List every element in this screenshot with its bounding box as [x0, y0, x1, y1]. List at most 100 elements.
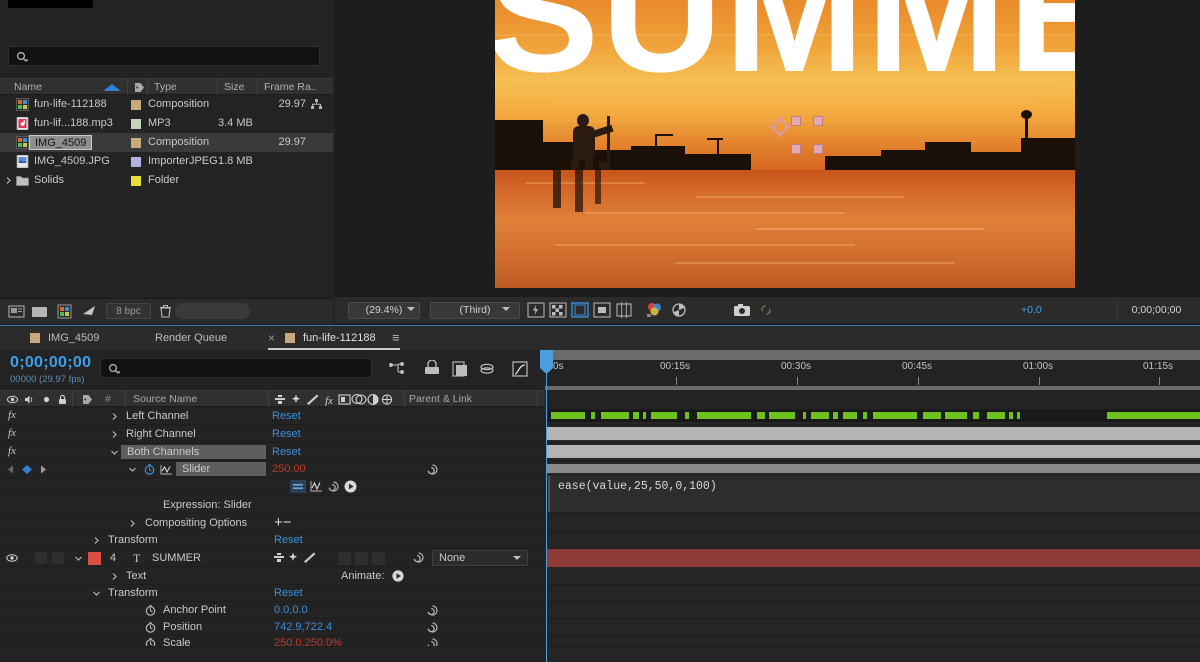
reset-link[interactable]: Reset [272, 446, 301, 458]
project-list-item[interactable]: fun-life-112188 Composition 29.97 [0, 95, 333, 114]
project-list-item[interactable]: fun-lif...188.mp3 MP3 3.4 MB [0, 114, 333, 133]
chevron-right-icon[interactable] [110, 572, 119, 581]
group-row-transform-text[interactable]: Transform Reset [0, 585, 545, 602]
project-item-label-swatch[interactable] [131, 100, 141, 110]
keyframe-navigator[interactable] [5, 464, 53, 475]
layer-switch-box[interactable] [338, 552, 351, 565]
new-composition-icon[interactable] [56, 304, 73, 319]
expression-text[interactable]: ease(value,25,50,0,100) [558, 480, 717, 493]
solo-icon[interactable] [41, 394, 52, 405]
timeline-ruler[interactable]: 0s 00:15s 00:30s 00:45s 01:00s 01:15s [545, 350, 1200, 390]
effect-row-right-channel[interactable]: fx Right Channel Reset [0, 425, 545, 443]
lock-icon[interactable] [57, 394, 68, 405]
exposure-icon[interactable] [670, 302, 688, 318]
timeline-search-field[interactable] [100, 358, 372, 378]
viewer-timecode[interactable]: 0;00;00;00 [1117, 302, 1195, 319]
track-row-compositing-options[interactable] [547, 514, 1200, 532]
composition-mini-flowchart-icon[interactable] [387, 360, 407, 378]
exposure-value[interactable]: +0.0 [1021, 302, 1042, 319]
fast-previews-icon[interactable] [527, 302, 545, 318]
playhead-line[interactable] [546, 350, 547, 662]
graph-editor-icon[interactable] [510, 360, 530, 378]
group-row-transform[interactable]: Transform Reset [0, 532, 545, 549]
effect-track-bar[interactable] [547, 445, 1200, 458]
property-row-position[interactable]: Position 742.9,722.4 [0, 619, 545, 636]
track-row-text[interactable] [547, 567, 1200, 585]
selection-handle[interactable] [813, 144, 823, 154]
timeline-search-input[interactable] [125, 359, 365, 377]
group-row-compositing-options[interactable]: Compositing Options +− [0, 514, 545, 532]
property-track-bar[interactable] [547, 464, 1200, 473]
expression-editor[interactable]: ease(value,25,50,0,100) [548, 476, 1200, 512]
layer-duration-bar[interactable] [547, 549, 1200, 567]
effect-row-both-channels[interactable]: fx Both Channels Reset [0, 443, 545, 461]
stopwatch-icon[interactable] [144, 464, 155, 475]
chevron-right-icon[interactable] [110, 412, 119, 421]
snapshot-icon[interactable] [733, 302, 751, 318]
column-header-parent-link[interactable]: Parent & Link [409, 391, 472, 408]
group-row-text[interactable]: Text Animate: [0, 567, 545, 585]
project-settings-icon[interactable] [81, 304, 98, 319]
track-row-position[interactable] [547, 619, 1200, 636]
stopwatch-icon[interactable] [145, 605, 156, 616]
chevron-down-icon[interactable] [407, 307, 415, 311]
track-row-right-channel[interactable] [547, 425, 1200, 443]
bit-depth-button[interactable]: 8 bpc [106, 303, 151, 319]
project-search-input[interactable] [33, 47, 313, 65]
audio-toggle[interactable] [35, 552, 47, 564]
property-row-slider[interactable]: Slider 250.00 [0, 461, 545, 478]
expression-controls-row[interactable] [0, 478, 545, 496]
interpret-footage-icon[interactable] [8, 304, 25, 319]
pickwhip-icon[interactable] [426, 463, 439, 476]
solo-toggle[interactable] [52, 552, 64, 564]
anchor-point-icon[interactable] [769, 116, 791, 138]
add-remove-toggle[interactable]: +− [274, 514, 292, 531]
reset-link[interactable]: Reset [274, 587, 303, 599]
chevron-down-icon[interactable] [513, 556, 521, 560]
summer-text-layer[interactable]: SUMMER [495, 0, 1075, 118]
track-row-scale[interactable] [547, 636, 1200, 647]
property-row-scale[interactable]: Scale 250.0,250.0% [0, 636, 545, 647]
effect-track-bar[interactable] [547, 427, 1200, 440]
layer-selection-handles[interactable] [771, 118, 815, 160]
composition-stage[interactable]: SUMMER [495, 0, 1075, 288]
project-search-field[interactable] [8, 46, 320, 66]
parent-link-dropdown[interactable]: None [432, 550, 528, 566]
channel-color-icon[interactable] [645, 302, 665, 318]
pickwhip-icon[interactable] [426, 637, 439, 647]
property-value-position[interactable]: 742.9,722.4 [274, 621, 332, 633]
mask-path-icon[interactable] [593, 302, 611, 318]
column-header-source-name[interactable]: Source Name [133, 391, 197, 408]
chevron-right-icon[interactable] [92, 536, 101, 545]
show-snapshot-icon[interactable] [757, 302, 775, 318]
selection-handle[interactable] [791, 144, 801, 154]
reset-link[interactable]: Reset [274, 534, 303, 546]
project-list-item[interactable]: IMG_4509.JPG ImporterJPEG 1.8 MB [0, 152, 333, 171]
panel-menu-icon[interactable]: ≡ [392, 326, 400, 350]
expression-pickwhip-icon[interactable] [327, 480, 340, 493]
expression-graph-icon[interactable] [160, 464, 173, 475]
tab-render-queue[interactable]: Render Queue [155, 326, 227, 350]
delete-icon[interactable] [157, 304, 174, 319]
playhead-marker[interactable] [540, 360, 553, 374]
property-row-anchor-point[interactable]: Anchor Point 0.0,0.0 [0, 602, 545, 619]
timeline-current-timecode[interactable]: 0;00;00;00 [10, 354, 91, 372]
work-area-bottom-bar[interactable] [545, 386, 1200, 390]
selection-handle[interactable] [791, 116, 801, 126]
track-row-transform-text[interactable] [547, 585, 1200, 602]
hide-shy-layers-icon[interactable] [450, 360, 470, 378]
project-item-label-swatch[interactable] [131, 138, 141, 148]
project-item-label-swatch[interactable] [131, 119, 141, 129]
animate-menu-icon[interactable] [392, 570, 404, 582]
project-list-item[interactable]: Solids Folder [0, 171, 333, 190]
draft-3d-icon[interactable] [422, 360, 442, 378]
project-item-label-swatch[interactable] [131, 176, 141, 186]
property-value-scale[interactable]: 250.0,250.0% [274, 637, 342, 647]
project-list-item-selected[interactable]: IMG_4509 Composition 29.97 [0, 133, 333, 152]
chevron-down-icon[interactable] [74, 554, 83, 563]
property-value-slider[interactable]: 250.00 [272, 463, 306, 475]
track-row-left-channel[interactable] [547, 407, 1200, 425]
work-area-start-handle[interactable] [540, 350, 553, 360]
chevron-down-icon[interactable] [92, 589, 101, 598]
frame-blending-icon[interactable] [477, 360, 497, 378]
